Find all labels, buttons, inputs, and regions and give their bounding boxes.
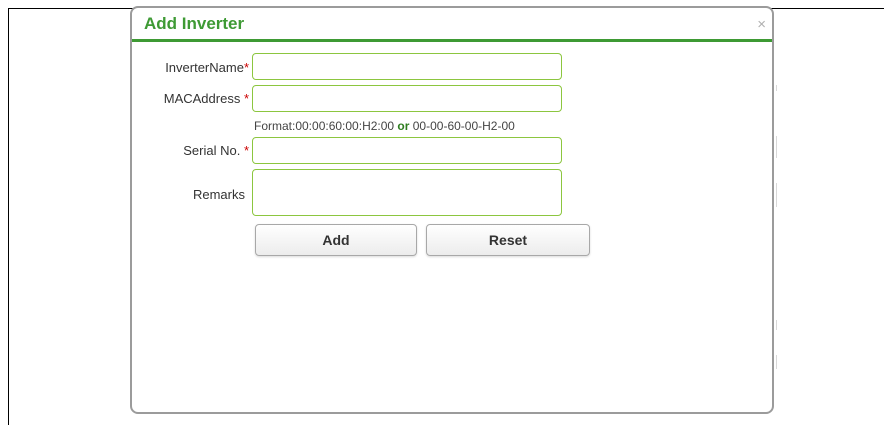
- format-hint-or: or: [397, 119, 410, 133]
- inverter-name-input[interactable]: [252, 53, 562, 80]
- format-hint-prefix: Format:00:00:60:00:H2:00: [254, 119, 398, 133]
- required-mark: *: [243, 143, 249, 158]
- dialog-title: Add Inverter: [144, 14, 245, 33]
- close-icon[interactable]: ×: [757, 17, 766, 32]
- background-edge: [776, 85, 777, 91]
- remarks-textarea[interactable]: [252, 169, 562, 216]
- page-left-rule: [8, 8, 9, 425]
- inverter-name-label-text: InverterName: [165, 60, 244, 75]
- reset-button[interactable]: Reset: [426, 224, 590, 256]
- required-mark: *: [243, 91, 249, 106]
- dialog-header: Add Inverter ×: [132, 8, 772, 42]
- background-edge: [776, 183, 777, 207]
- inverter-name-label: InverterName*: [134, 60, 249, 76]
- mac-format-hint: Format:00:00:60:00:H2:00 or 00-00-60-00-…: [254, 119, 515, 133]
- mac-address-label: MACAddress *: [134, 91, 249, 107]
- required-mark: *: [243, 60, 249, 75]
- serial-no-input[interactable]: [252, 137, 562, 164]
- add-inverter-dialog: Add Inverter × InverterName* MACAddress …: [130, 6, 774, 414]
- background-edge: [776, 355, 777, 369]
- serial-no-label-text: Serial No.: [183, 143, 244, 158]
- remarks-label: Remarks: [192, 187, 245, 202]
- add-button[interactable]: Add: [255, 224, 417, 256]
- serial-no-label: Serial No. *: [134, 143, 249, 159]
- mac-address-label-text: MACAddress: [163, 91, 244, 106]
- background-edge: [776, 320, 777, 330]
- format-hint-suffix: 00-00-60-00-H2-00: [409, 119, 515, 133]
- mac-address-input[interactable]: [252, 85, 562, 112]
- background-edge: [776, 136, 777, 158]
